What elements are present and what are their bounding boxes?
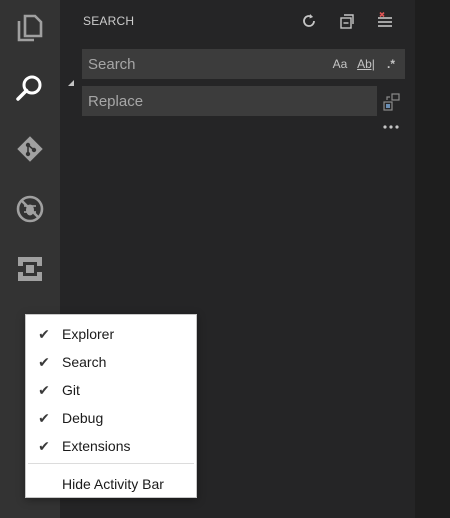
check-icon: ✔ — [38, 381, 50, 398]
activity-item-search[interactable] — [0, 60, 60, 116]
files-icon — [17, 14, 43, 42]
chevron-down-icon — [68, 80, 74, 86]
menu-item-explorer[interactable]: ✔ Explorer — [26, 320, 196, 348]
menu-item-search[interactable]: ✔ Search — [26, 348, 196, 376]
match-case-label: Aa — [332, 57, 348, 71]
activity-item-explorer[interactable] — [0, 0, 60, 56]
menu-item-debug[interactable]: ✔ Debug — [26, 404, 196, 432]
check-icon: ✔ — [38, 353, 50, 370]
activity-item-debug[interactable] — [0, 181, 60, 237]
collapse-all-icon — [340, 14, 354, 29]
menu-item-label: Explorer — [62, 326, 115, 342]
menu-item-label: Git — [62, 382, 80, 398]
menu-item-label: Search — [62, 354, 107, 370]
activity-item-git[interactable] — [0, 121, 60, 177]
replace-all-button[interactable] — [381, 91, 403, 113]
search-icon — [16, 75, 42, 101]
replace-input[interactable] — [82, 86, 377, 116]
refresh-icon — [303, 14, 315, 27]
menu-separator — [28, 463, 194, 464]
more-options-button[interactable] — [378, 118, 404, 136]
menu-item-hide-activity-bar[interactable]: Hide Activity Bar — [26, 470, 196, 498]
replace-all-icon — [383, 93, 400, 111]
clear-results-button[interactable] — [374, 10, 396, 32]
clear-results-icon — [378, 12, 392, 27]
activity-item-extensions[interactable] — [0, 241, 60, 297]
match-case-button[interactable]: Aa — [329, 53, 351, 75]
search-box: Aa Ab| .* — [82, 49, 405, 79]
check-icon: ✔ — [38, 325, 50, 342]
menu-item-label: Extensions — [62, 438, 131, 454]
check-icon: ✔ — [38, 437, 50, 454]
refresh-button[interactable] — [298, 10, 320, 32]
git-icon — [17, 136, 43, 162]
sidebar-title: SEARCH — [83, 14, 135, 28]
menu-item-label: Hide Activity Bar — [62, 476, 164, 492]
check-icon: ✔ — [38, 409, 50, 426]
ellipsis-icon — [383, 125, 399, 129]
editor-area — [415, 0, 450, 518]
collapse-all-button[interactable] — [336, 10, 358, 32]
replace-box — [82, 86, 377, 116]
toggle-replace-button[interactable] — [66, 76, 76, 90]
extensions-icon — [18, 257, 42, 281]
regex-button[interactable]: .* — [381, 53, 401, 75]
whole-word-button[interactable]: Ab| — [355, 53, 377, 75]
search-input[interactable] — [82, 49, 329, 79]
whole-word-label: Ab| — [357, 57, 375, 71]
menu-item-git[interactable]: ✔ Git — [26, 376, 196, 404]
menu-item-extensions[interactable]: ✔ Extensions — [26, 432, 196, 460]
regex-label: .* — [386, 57, 395, 71]
activity-bar-context-menu: ✔ Explorer ✔ Search ✔ Git ✔ Debug ✔ Exte… — [25, 314, 197, 498]
debug-icon — [16, 195, 44, 223]
menu-item-label: Debug — [62, 410, 104, 426]
